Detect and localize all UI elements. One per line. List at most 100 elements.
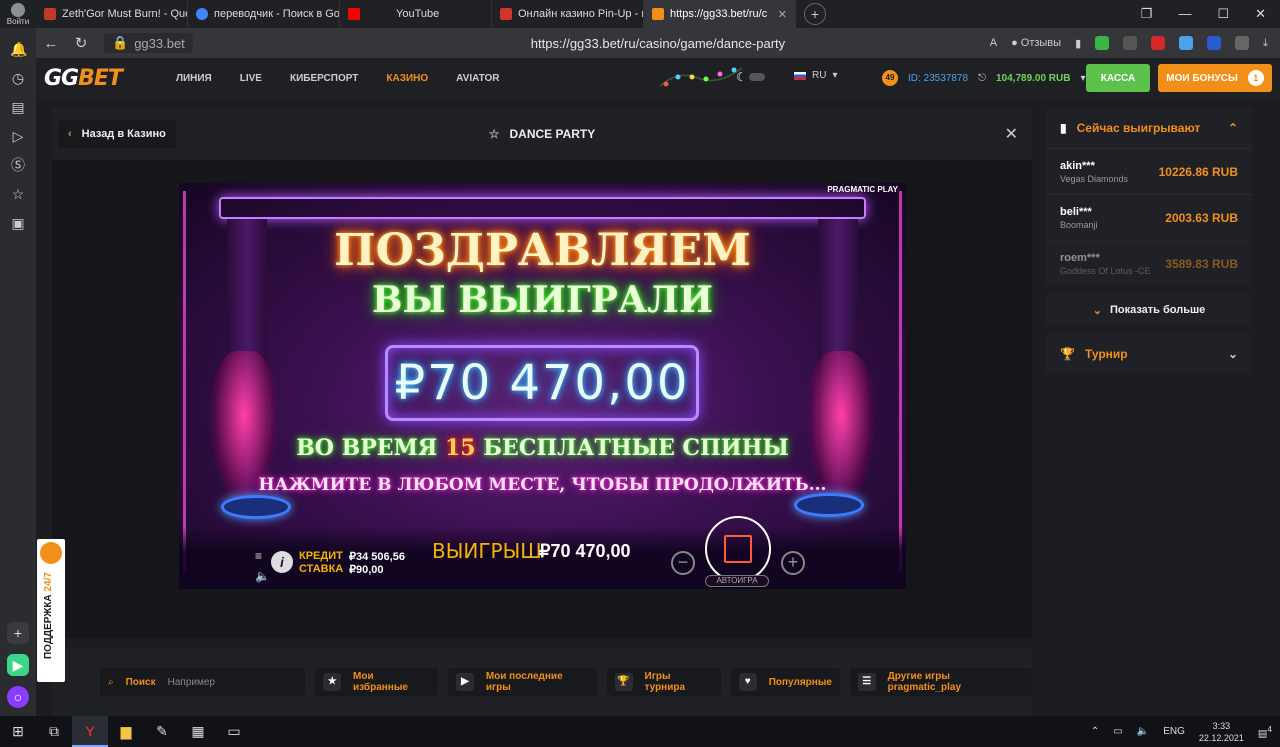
yandex-browser-icon[interactable]: Y <box>72 716 108 747</box>
back-to-casino-button[interactable]: ‹ Назад в Казино <box>58 120 176 148</box>
camera-icon[interactable]: ▣ <box>10 215 26 231</box>
autoplay-button[interactable]: АВТОИГРА <box>705 575 769 587</box>
spin-button[interactable] <box>705 516 771 582</box>
my-bonuses-button[interactable]: МОИ БОНУСЫ 1 <box>1158 64 1272 92</box>
bookmarks-icon[interactable]: ❐ <box>1141 6 1153 22</box>
winner-game[interactable]: Boomanji <box>1060 220 1098 230</box>
volume-icon[interactable]: 🔈 <box>1137 726 1149 737</box>
tournament-section[interactable]: 🏆 Турнир ⌄ <box>1046 334 1252 374</box>
tournament-games-filter-button[interactable]: 🏆 Игры турнира <box>606 668 721 696</box>
heart-icon: ♥ <box>738 673 757 691</box>
winner-amount: 3589.83 RUB <box>1165 256 1238 271</box>
favorites-filter-button[interactable]: ★ Мои избранные <box>315 668 439 696</box>
key-icon[interactable] <box>1179 36 1194 50</box>
tab-favicon-icon <box>44 8 56 20</box>
favorite-star-icon[interactable]: ☆ <box>489 127 500 141</box>
info-icon[interactable]: i <box>271 551 293 573</box>
menu-item-line[interactable]: ЛИНИЯ <box>176 73 212 84</box>
download-icon[interactable]: ⤓ <box>1263 37 1268 50</box>
bookmark-icon[interactable]: ▮ <box>1075 37 1081 50</box>
remote-desktop-icon[interactable]: ▭ <box>216 716 252 747</box>
play-icon[interactable]: ▷ <box>10 128 26 144</box>
minimize-icon[interactable]: — <box>1178 6 1191 22</box>
decrease-bet-button[interactable]: − <box>671 551 695 575</box>
file-explorer-icon[interactable]: ▆ <box>108 716 144 747</box>
winner-amount: 2003.63 RUB <box>1165 210 1238 225</box>
profile-label: Войти <box>6 16 30 26</box>
clock-time: 3:33 <box>1212 720 1231 731</box>
heart-icon[interactable] <box>1151 36 1166 50</box>
maximize-icon[interactable]: ☐ <box>1217 6 1229 22</box>
winner-row: roem*** Goddess Of Lotus -CE 3589.83 RUB <box>1046 240 1252 286</box>
close-window-icon[interactable]: ✕ <box>1255 6 1266 22</box>
task-view-icon[interactable]: ⧉ <box>36 716 72 747</box>
notification-badge[interactable]: 49 <box>882 70 898 86</box>
winner-game[interactable]: Vegas Diamonds <box>1060 174 1128 184</box>
winning-now-header[interactable]: ▮ Сейчас выигрывают ⌃ <box>1046 108 1252 148</box>
support-widget[interactable]: ПОДДЕРЖКА 24/7 <box>37 539 65 682</box>
tournament-label: Турнир <box>1084 347 1128 361</box>
menu-item-casino[interactable]: КАЗИНО <box>386 73 428 84</box>
tv-icon[interactable] <box>1123 36 1138 50</box>
back-arrow-icon[interactable]: ← <box>36 35 66 52</box>
reviews-button[interactable]: ● Отзывы <box>1011 37 1061 49</box>
messenger-icon[interactable]: ▶ <box>7 654 29 676</box>
search-input[interactable] <box>167 676 268 688</box>
app-icon[interactable]: ✎ <box>144 716 180 747</box>
recent-games-filter-button[interactable]: ▶ Мои последние игры <box>448 668 597 696</box>
website: GGBET ЛИНИЯ LIVE КИБЕРСПОРТ КАЗИНО AVIAT… <box>36 58 1280 716</box>
close-game-icon[interactable]: ✕ <box>1005 124 1018 144</box>
language-select[interactable]: RU ▾ <box>794 70 837 81</box>
history-icon[interactable]: ◷ <box>10 70 26 86</box>
add-panel-button[interactable]: + <box>7 622 29 644</box>
reload-icon[interactable]: ↻ <box>66 34 96 52</box>
chevron-left-icon: ‹ <box>68 128 72 140</box>
close-icon[interactable]: ✕ <box>778 8 787 21</box>
theme-toggle[interactable]: ☾ <box>736 70 765 84</box>
menu-item-esports[interactable]: КИБЕРСПОРТ <box>290 73 358 84</box>
press-to-continue-text: НАЖМИТЕ В ЛЮБОМ МЕСТЕ, ЧТОБЫ ПРОДОЛЖИТЬ.… <box>258 475 827 495</box>
windows-start-icon[interactable]: ⊞ <box>0 716 36 747</box>
winner-game[interactable]: Goddess Of Lotus -CE <box>1060 266 1151 276</box>
network-icon[interactable]: ▭ <box>1113 726 1122 737</box>
game-frame[interactable]: PRAGMATIC PLAY ПОЗДРАВЛЯЕМ ВЫ ВЫИГРАЛИ ₽… <box>179 183 906 589</box>
s-icon[interactable]: Ⓢ <box>10 157 26 173</box>
notifications-icon[interactable]: ▤4 <box>1258 724 1272 739</box>
clock[interactable]: 3:33 22.12.2021 <box>1199 720 1244 744</box>
popular-filter-button[interactable]: ♥ Популярные <box>730 668 840 696</box>
browser-tab[interactable]: Zeth'Gor Must Burn! - Que ✕ <box>36 0 188 28</box>
sound-icon[interactable]: 🔈 <box>255 569 270 583</box>
browser-tab[interactable]: переводчик - Поиск в Go ✕ <box>188 0 340 28</box>
language-label: RU <box>812 70 827 81</box>
bell-icon[interactable]: 🔔 <box>10 41 27 57</box>
win-amount-box: ₽70 470,00 <box>385 345 699 421</box>
chevron-down-icon[interactable]: ▾ <box>1080 73 1085 84</box>
logout-icon[interactable]: ⎋ <box>978 73 986 84</box>
menu-item-live[interactable]: LIVE <box>240 73 262 84</box>
menu-item-aviator[interactable]: AVIATOR <box>456 73 499 84</box>
new-tab-button[interactable]: + <box>804 3 826 25</box>
chevron-up-icon[interactable]: ⌃ <box>1091 726 1099 737</box>
infinity-icon[interactable] <box>1207 36 1222 50</box>
extension-icon[interactable] <box>1235 36 1250 50</box>
profile-button[interactable]: Войти <box>0 0 36 28</box>
site-host-chip[interactable]: 🔒 gg33.bet <box>104 33 193 53</box>
cashier-button[interactable]: КАССА <box>1086 64 1150 92</box>
translate-icon[interactable]: A <box>990 37 997 49</box>
calculator-icon[interactable]: ▦ <box>180 716 216 747</box>
provider-games-filter-button[interactable]: ☰ Другие игры pragmatic_play <box>849 668 1032 696</box>
star-icon[interactable]: ☆ <box>10 186 26 202</box>
site-logo[interactable]: GGBET <box>44 66 123 91</box>
browser-tab-active[interactable]: https://gg33.bet/ru/c ✕ <box>644 0 796 28</box>
shield-icon[interactable] <box>1095 36 1110 50</box>
balance[interactable]: 104,789.00 RUB <box>996 73 1071 84</box>
show-more-button[interactable]: ⌄ Показать больше <box>1046 294 1252 326</box>
collections-icon[interactable]: ▤ <box>10 99 26 115</box>
increase-bet-button[interactable]: + <box>781 551 805 575</box>
browser-tab[interactable]: YouTube <box>340 0 492 28</box>
input-language[interactable]: ENG <box>1163 726 1185 737</box>
browser-tab[interactable]: Онлайн казино Pin-Up - и ✕ <box>492 0 644 28</box>
menu-icon[interactable]: ≡ <box>255 549 262 563</box>
game-search[interactable]: ⌕ Поиск <box>100 668 306 696</box>
alice-icon[interactable]: ○ <box>7 686 29 708</box>
